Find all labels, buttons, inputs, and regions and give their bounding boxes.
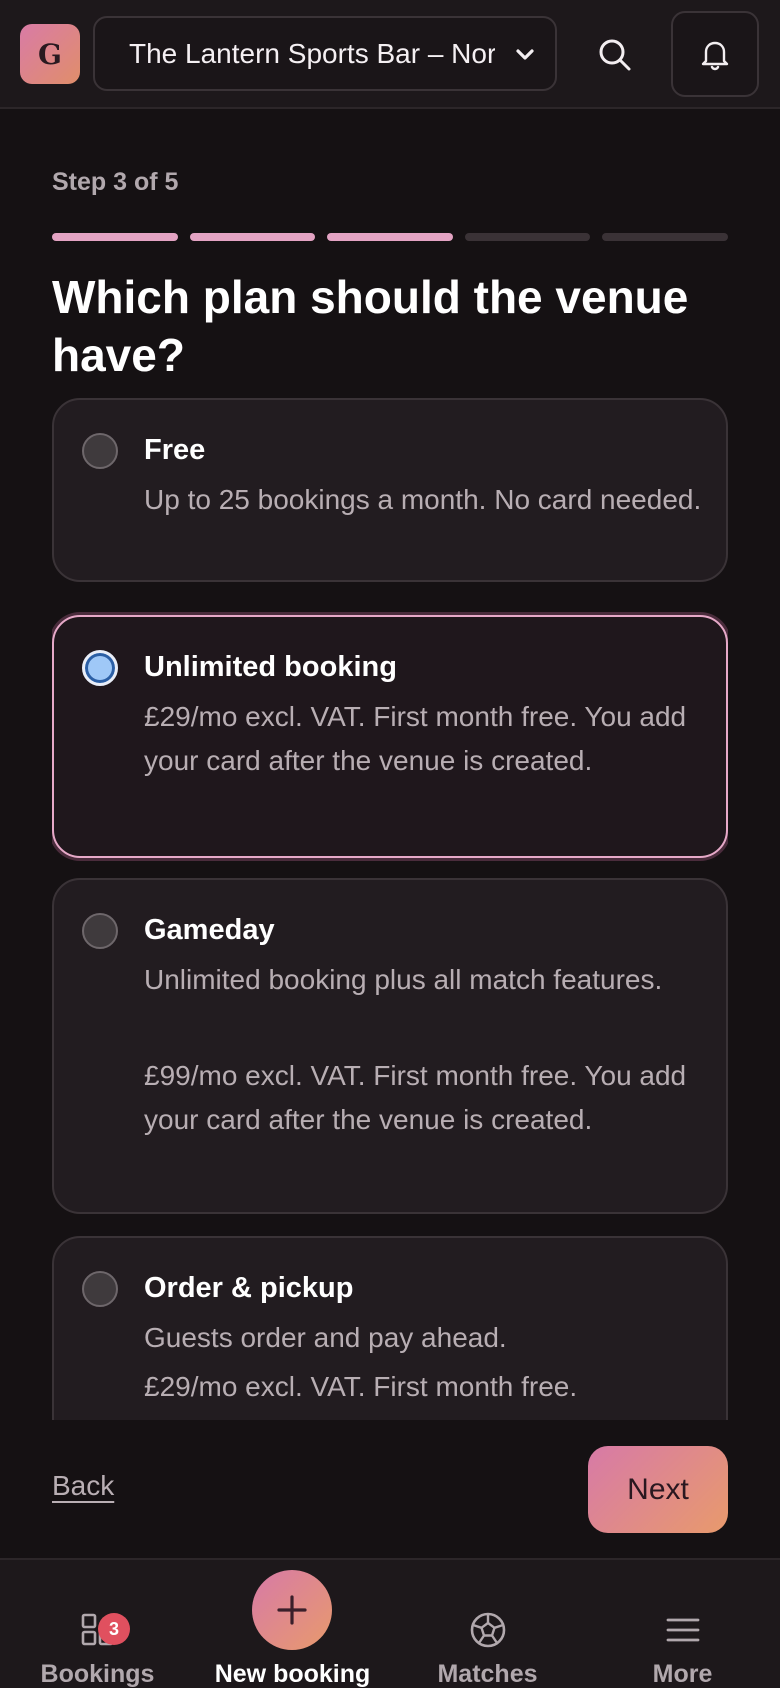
- progress-segment: [189, 233, 316, 241]
- top-bar: G The Lantern Sports Bar – North: [0, 0, 780, 109]
- step-progress-bar: [52, 233, 728, 241]
- plan-title: Unlimited booking: [144, 651, 397, 683]
- venue-selector-value: The Lantern Sports Bar – North: [129, 38, 495, 69]
- bell-icon: [701, 41, 729, 71]
- plan-option-unlimited-booking[interactable]: Unlimited booking £29/mo excl. VAT. Firs…: [52, 615, 728, 858]
- progress-segment: [602, 233, 728, 241]
- plan-radio-order-pickup[interactable]: [82, 1271, 118, 1307]
- nav-label-matches: Matches: [437, 1660, 538, 1688]
- chevron-down-icon: [516, 49, 534, 60]
- progress-segment: [327, 233, 453, 241]
- app-logo[interactable]: G: [20, 24, 80, 84]
- progress-segment: [52, 233, 178, 241]
- plan-price: £29/mo excl. VAT. First month free. You …: [144, 701, 687, 776]
- page-title: Which plan should the venue have?: [52, 271, 689, 381]
- step-indicator: Step 3 of 5: [52, 168, 179, 196]
- venue-selector[interactable]: The Lantern Sports Bar – North: [93, 16, 557, 91]
- menu-icon: [666, 1618, 699, 1642]
- plan-radio-unlimited-booking[interactable]: [82, 650, 118, 686]
- plan-description: Guests order and pay ahead.: [144, 1322, 507, 1353]
- nav-item-bookings[interactable]: 3 Bookings: [0, 1560, 195, 1688]
- search-icon: [599, 39, 631, 71]
- plan-description: Unlimited booking plus all match feature…: [144, 964, 663, 995]
- plan-description: Up to 25 bookings a month. No card neede…: [144, 484, 702, 515]
- bottom-navigation: 3 Bookings New booking Matches More: [0, 1558, 780, 1688]
- plan-price: £29/mo excl. VAT. First month free.: [144, 1371, 578, 1402]
- plan-title: Free: [144, 434, 206, 466]
- search-button[interactable]: [585, 25, 645, 85]
- new-booking-button[interactable]: [252, 1570, 332, 1650]
- plan-price: £99/mo excl. VAT. First month free. You …: [144, 1060, 687, 1135]
- plan-option-order-pickup[interactable]: Order & pickup Guests order and pay ahea…: [52, 1236, 728, 1420]
- next-button[interactable]: Next: [588, 1446, 728, 1533]
- bookings-count-badge: 3: [98, 1613, 130, 1645]
- plan-title: Order & pickup: [144, 1272, 354, 1304]
- soccer-ball-icon: [470, 1612, 505, 1648]
- plan-option-free[interactable]: Free Up to 25 bookings a month. No card …: [52, 398, 728, 582]
- plan-radio-gameday[interactable]: [82, 913, 118, 949]
- progress-segment: [464, 233, 591, 241]
- nav-item-matches[interactable]: Matches: [390, 1560, 585, 1688]
- app-logo-letter: G: [38, 37, 62, 71]
- plan-options-list[interactable]: Free Up to 25 bookings a month. No card …: [52, 398, 728, 1420]
- plan-radio-free[interactable]: [82, 433, 118, 469]
- plan-title: Gameday: [144, 914, 275, 946]
- nav-label-more: More: [652, 1660, 713, 1688]
- nav-label-bookings: Bookings: [40, 1660, 155, 1688]
- plan-option-gameday[interactable]: Gameday Unlimited booking plus all match…: [52, 878, 728, 1214]
- notifications-button[interactable]: [671, 11, 759, 97]
- plus-icon: [277, 1595, 307, 1625]
- back-link[interactable]: Back: [52, 1470, 114, 1502]
- nav-label-new-booking: New booking: [214, 1660, 371, 1688]
- nav-item-more[interactable]: More: [585, 1560, 780, 1688]
